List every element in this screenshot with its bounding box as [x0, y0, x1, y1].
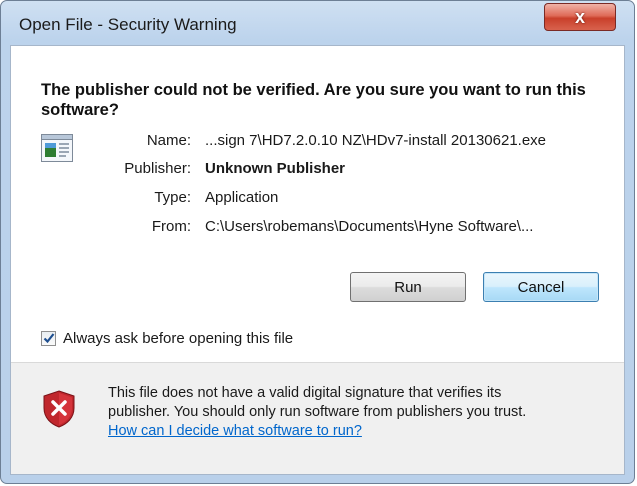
security-shield-error-icon: [43, 390, 75, 433]
help-link[interactable]: How can I decide what software to run?: [108, 423, 362, 439]
dialog-content: The publisher could not be verified. Are…: [10, 45, 625, 475]
security-warning-dialog: Open File - Security Warning x The publi…: [0, 0, 635, 484]
always-ask-label: Always ask before opening this file: [63, 330, 294, 347]
warning-headline: The publisher could not be verified. Are…: [41, 81, 586, 119]
cancel-button[interactable]: Cancel: [483, 272, 599, 302]
warning-line-1: This file does not have a valid digital …: [108, 385, 502, 401]
from-value: C:\Users\robemans\Documents\Hyne Softwar…: [205, 218, 534, 235]
close-button[interactable]: x: [544, 3, 616, 31]
warning-footer: This file does not have a valid digital …: [11, 363, 624, 474]
warning-message: This file does not have a valid digital …: [108, 384, 578, 441]
type-label: Type:: [154, 189, 191, 206]
publisher-label: Publisher:: [124, 160, 191, 177]
run-button[interactable]: Run: [350, 272, 466, 302]
always-ask-checkbox[interactable]: [41, 331, 56, 346]
close-icon: x: [574, 6, 585, 27]
name-label: Name:: [146, 132, 191, 149]
from-label: From:: [151, 218, 191, 235]
checkmark-icon: [43, 333, 55, 344]
publisher-value: Unknown Publisher: [205, 160, 346, 177]
type-value: Application: [205, 189, 279, 206]
application-file-icon: [41, 134, 73, 162]
window-title: Open File - Security Warning: [19, 15, 237, 34]
name-value: ...sign 7\HD7.2.0.10 NZ\HDv7-install 201…: [205, 132, 547, 149]
warning-line-2: publisher. You should only run software …: [108, 404, 527, 420]
title-bar[interactable]: Open File - Security Warning x: [1, 1, 634, 45]
